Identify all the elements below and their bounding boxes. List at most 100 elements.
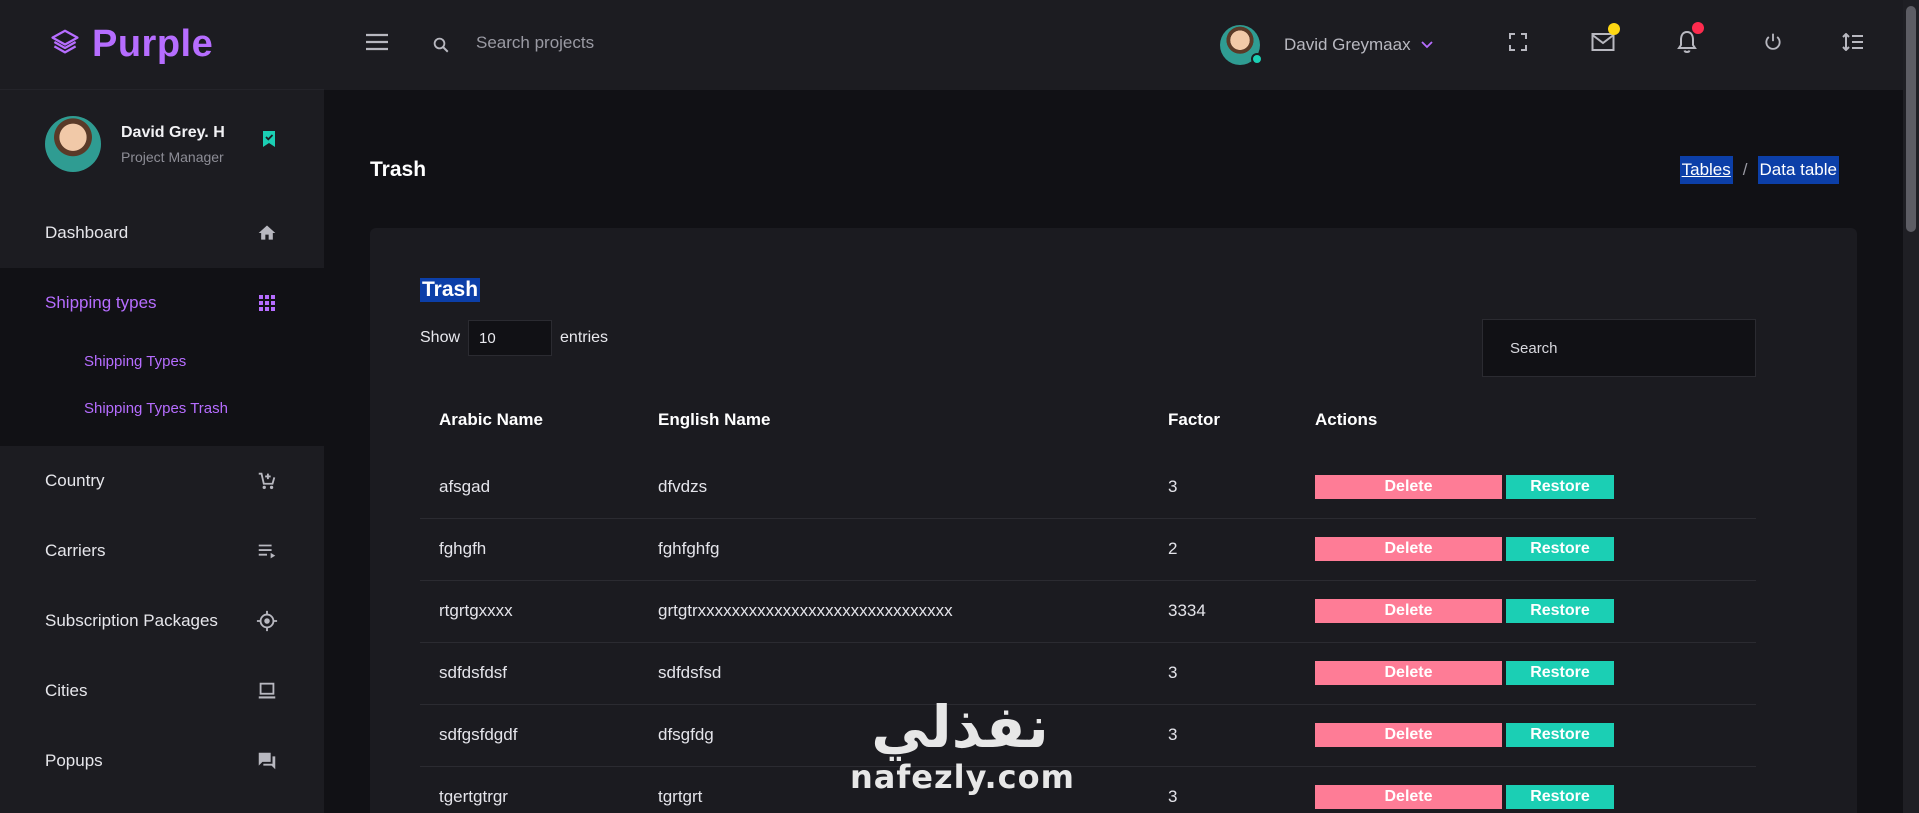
menu-icon[interactable] xyxy=(365,32,389,52)
show-label: Show xyxy=(420,329,461,346)
watermark-arabic-text: نفذلي xyxy=(871,693,1049,761)
search-icon xyxy=(432,36,450,54)
cell-english-name: dfvdzs xyxy=(658,476,708,496)
cell-english-name: fghfghfg xyxy=(639,517,1149,580)
laptop-icon xyxy=(255,679,279,703)
delete-button[interactable]: Delete xyxy=(1315,474,1502,499)
restore-button[interactable]: Restore xyxy=(1506,537,1614,561)
chevron-down-icon xyxy=(1420,36,1433,54)
table-row: afsgad dfvdzs 3 Delete Restore xyxy=(420,456,1756,518)
home-icon xyxy=(255,221,279,245)
site-watermark: نفذلي nafezly.com xyxy=(850,693,1075,796)
cell-english-name: grtgtrxxxxxxxxxxxxxxxxxxxxxxxxxxxxxx xyxy=(639,579,1149,642)
cell-actions: Delete Restore xyxy=(1296,641,1756,704)
power-icon[interactable] xyxy=(1763,32,1783,52)
table-row: fghgfh fghfghfg 2 Delete Restore xyxy=(420,517,1756,580)
cell-arabic-name: sdfgsfdgdf xyxy=(420,703,639,766)
card-title: Trash xyxy=(420,278,481,302)
cell-arabic-name: rtgrtgxxxx xyxy=(420,579,639,642)
cell-factor: 3 xyxy=(1149,703,1296,766)
bell-icon[interactable] xyxy=(1677,30,1697,54)
sidebar-item-label: Popups xyxy=(45,751,103,770)
sidebar-item-label: Country xyxy=(45,471,105,490)
entries-length-select[interactable] xyxy=(468,320,553,356)
breadcrumb-current: Data table xyxy=(1757,156,1839,184)
top-navbar: David Greymaax xyxy=(324,0,1903,90)
sidebar-subitem-shipping-types-trash[interactable]: Shipping Types Trash xyxy=(0,385,324,432)
watermark-latin-text: nafezly.com xyxy=(850,758,1075,796)
cell-factor: 3 xyxy=(1149,641,1296,704)
table-row: tgertgtrgr tgrtgrt 3 Delete Restore xyxy=(420,765,1756,813)
mail-count-dot xyxy=(1608,23,1620,35)
cell-actions: Delete Restore xyxy=(1296,456,1756,518)
restore-button[interactable]: Restore xyxy=(1506,723,1614,747)
sidebar-profile[interactable]: David Grey. H Project Manager xyxy=(0,90,324,198)
entries-length-control: Show entries xyxy=(420,320,608,356)
table-row: sdfgsfdgdf dfsgfdg 3 Delete Restore xyxy=(420,703,1756,766)
restore-button[interactable]: Restore xyxy=(1506,474,1614,499)
search-input[interactable] xyxy=(476,33,776,53)
restore-button[interactable]: Restore xyxy=(1506,661,1614,685)
restore-button[interactable]: Restore xyxy=(1506,599,1614,623)
column-header-english-name[interactable]: English Name xyxy=(639,384,1149,456)
trash-data-table: Arabic Name English Name Factor Actions … xyxy=(420,384,1756,813)
sidebar-item-label: Shipping types xyxy=(45,293,157,312)
column-header-factor[interactable]: Factor xyxy=(1149,384,1296,456)
table-search-input[interactable] xyxy=(1482,319,1756,377)
column-header-actions: Actions xyxy=(1315,410,1378,429)
sidebar-item-country[interactable]: Country xyxy=(0,446,324,516)
sidebar-item-label: Carriers xyxy=(45,541,106,560)
sidebar-item-subscription-packages[interactable]: Subscription Packages xyxy=(0,586,324,656)
delete-button[interactable]: Delete xyxy=(1315,661,1502,685)
forum-icon xyxy=(255,749,279,773)
brand-name: Purple xyxy=(92,23,214,65)
page-scrollbar[interactable] xyxy=(1903,0,1919,813)
sidebar-item-label: Subscription Packages xyxy=(45,611,218,630)
bookmark-check-icon xyxy=(262,130,276,153)
sidebar-item-cities[interactable]: Cities xyxy=(0,656,324,726)
brand-logo[interactable]: Purple xyxy=(0,0,324,90)
notification-count-dot xyxy=(1692,22,1704,34)
scrollbar-thumb[interactable] xyxy=(1906,6,1916,232)
sidebar-item-dashboard[interactable]: Dashboard xyxy=(0,198,324,268)
delete-button[interactable]: Delete xyxy=(1315,599,1502,623)
sidebar-item-carriers[interactable]: Carriers xyxy=(0,516,324,586)
playlist-icon xyxy=(255,539,279,563)
cell-factor: 3 xyxy=(1168,476,1178,496)
delete-button[interactable]: Delete xyxy=(1315,723,1502,747)
cell-actions: Delete Restore xyxy=(1296,703,1756,766)
mail-icon[interactable] xyxy=(1591,32,1615,52)
sidebar-item-popups[interactable]: Popups xyxy=(0,726,324,796)
entries-label: entries xyxy=(560,329,609,346)
delete-button[interactable]: Delete xyxy=(1315,785,1502,810)
avatar xyxy=(45,116,101,172)
cell-actions: Delete Restore xyxy=(1296,517,1756,580)
cell-actions: Delete Restore xyxy=(1296,579,1756,642)
sidebar-subitem-shipping-types[interactable]: Shipping Types xyxy=(0,338,324,385)
avatar xyxy=(1220,25,1263,65)
fullscreen-icon[interactable] xyxy=(1509,33,1527,51)
sidebar-group-shipping-types: Shipping types Shipping Types Shipping T… xyxy=(0,268,324,446)
crosshairs-icon xyxy=(255,609,279,633)
delete-button[interactable]: Delete xyxy=(1315,537,1502,561)
breadcrumb-separator: / xyxy=(1742,160,1748,179)
breadcrumb: Tables / Data table xyxy=(1679,156,1839,184)
cell-arabic-name: fghgfh xyxy=(420,517,639,580)
sidebar-item-shipping-types[interactable]: Shipping types xyxy=(0,268,324,338)
format-line-spacing-icon[interactable] xyxy=(1842,33,1864,51)
sidebar-item-label: Dashboard xyxy=(45,223,129,242)
cell-arabic-name: afsgad xyxy=(439,476,491,496)
breadcrumb-tables-link[interactable]: Tables xyxy=(1679,156,1733,184)
cart-plus-icon xyxy=(255,469,279,493)
cell-actions: Delete Restore xyxy=(1296,765,1756,813)
restore-button[interactable]: Restore xyxy=(1506,785,1614,810)
column-header-arabic-name[interactable]: Arabic Name xyxy=(420,384,639,456)
online-status-dot xyxy=(1251,53,1263,65)
user-name: David Greymaax xyxy=(1284,35,1411,54)
table-header-row: Arabic Name English Name Factor Actions xyxy=(420,384,1756,456)
page-title: Trash xyxy=(370,158,427,181)
layers-icon xyxy=(50,27,80,62)
profile-name: David Grey. H xyxy=(121,123,225,141)
profile-role: Project Manager xyxy=(121,148,224,165)
user-dropdown[interactable]: David Greymaax xyxy=(1220,25,1433,65)
